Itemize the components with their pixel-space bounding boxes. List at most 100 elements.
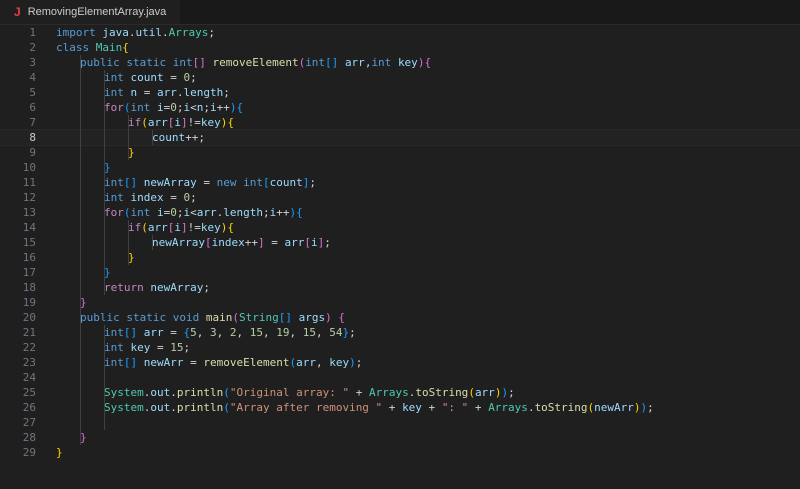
code-token: if [128, 221, 142, 234]
code-token: arr [157, 86, 177, 99]
code-line[interactable]: 12 int index = 0; [0, 190, 800, 205]
code-token: ; [263, 206, 270, 219]
code-line[interactable]: 18 return newArray; [0, 280, 800, 295]
editor-tab-bar: J RemovingElementArray.java [0, 0, 800, 25]
code-token: int [104, 326, 124, 339]
code-line[interactable]: 9} [0, 145, 800, 160]
code-line[interactable]: 29} [0, 445, 800, 460]
line-number: 9 [29, 146, 36, 159]
code-token: println [176, 386, 224, 399]
code-line[interactable]: 3 public static int[] removeElement(int[]… [0, 55, 800, 70]
code-line[interactable]: 11 int[] newArray = new int[count]; [0, 175, 800, 190]
code-token: = [137, 86, 157, 99]
code-line[interactable]: 8 count++; [0, 129, 800, 146]
code-token: + [382, 401, 403, 414]
code-token: index [130, 191, 164, 204]
code-token: . [170, 386, 177, 399]
code-text: class Main{ [56, 40, 129, 55]
code-line[interactable]: 17} [0, 265, 800, 280]
code-token: arr [143, 326, 164, 339]
code-token: . [527, 401, 535, 414]
code-line[interactable]: 2 class Main{ [0, 40, 800, 55]
line-number: 23 [22, 356, 36, 369]
code-token: "Original array: " [229, 386, 350, 399]
code-token: int [104, 341, 124, 354]
line-number: 17 [22, 266, 36, 279]
code-line[interactable]: 16} [0, 250, 800, 265]
code-token: java [102, 26, 129, 39]
code-line[interactable]: 7 if(arr[i]!=key){ [0, 115, 800, 130]
indent-guide [128, 220, 129, 265]
code-text: System.out.println("Array after removing… [104, 400, 654, 415]
code-token: newArray [143, 176, 197, 189]
code-token: . [170, 401, 177, 414]
code-token: + [468, 401, 489, 414]
code-text: int[] newArr = removeElement(arr, key); [104, 355, 362, 370]
code-token: = [150, 341, 171, 354]
code-token: key [402, 401, 422, 414]
indent-guide [152, 130, 153, 145]
code-text: int[] newArray = new int[count]; [104, 175, 316, 190]
code-token: newArray [150, 281, 204, 294]
code-token: , [196, 326, 210, 339]
code-token: ; [355, 356, 363, 369]
code-line[interactable]: 4 int count = 0; [0, 70, 800, 85]
code-token: + [421, 401, 442, 414]
code-token: [ [204, 236, 212, 249]
code-line[interactable]: 23 int[] newArr = removeElement(arr, key)… [0, 355, 800, 370]
code-editor[interactable]: 1 import java.util.Arrays; 2 class Main{3 pu… [0, 24, 800, 489]
code-token: [] [123, 356, 138, 369]
code-token: key [130, 341, 151, 354]
code-token: 15 [249, 326, 263, 339]
code-token: System [104, 401, 144, 414]
indent-guide [128, 115, 129, 160]
code-line[interactable]: 22 int key = 15; [0, 340, 800, 355]
code-token: ) [229, 101, 237, 114]
code-line[interactable]: 21 int[] arr = {5, 3, 2, 15, 19, 15, 54}; [0, 325, 800, 340]
code-line[interactable]: 19} [0, 295, 800, 310]
code-token: out [150, 386, 171, 399]
code-line[interactable]: 15 newArray[index++] = arr[i]; [0, 235, 800, 250]
code-text: int key = 15; [104, 340, 190, 355]
line-number: 14 [22, 221, 36, 234]
code-token: , [236, 326, 250, 339]
code-token: class [56, 41, 96, 54]
code-token: int [130, 101, 151, 114]
line-number: 13 [22, 206, 36, 219]
code-line[interactable]: 6 for(int i=0;i<n;i++){ [0, 100, 800, 115]
code-token: { [296, 206, 303, 219]
code-line[interactable]: 10} [0, 160, 800, 175]
code-token: 54 [329, 326, 343, 339]
editor-tab[interactable]: J RemovingElementArray.java [0, 0, 181, 24]
code-line[interactable]: 25 System.out.println("Original array: " … [0, 385, 800, 400]
code-line[interactable]: 1 import java.util.Arrays; [0, 25, 800, 40]
line-number: 15 [22, 236, 36, 249]
line-number: 21 [22, 326, 36, 339]
code-line[interactable]: 20 public static void main(String[] args)… [0, 310, 800, 325]
code-token: [] [325, 56, 339, 69]
indent-guide [80, 55, 81, 445]
tab-label: RemovingElementArray.java [27, 6, 167, 18]
code-text: if(arr[i]!=key){ [128, 220, 234, 235]
code-line[interactable]: 24 [0, 370, 800, 385]
code-token: ; [190, 191, 197, 204]
code-line[interactable]: 27 [0, 415, 800, 430]
code-token: i [157, 206, 164, 219]
code-token: ] [181, 116, 188, 129]
code-token: , [289, 326, 303, 339]
code-line[interactable]: 13 for(int i=0;i<arr.length;i++){ [0, 205, 800, 220]
code-token: key [397, 56, 418, 69]
code-token: 19 [276, 326, 290, 339]
code-line[interactable]: 28} [0, 430, 800, 445]
code-token: [] [278, 311, 292, 324]
code-line[interactable]: 26 System.out.println("Array after removi… [0, 400, 800, 415]
code-line[interactable]: 14 if(arr[i]!=key){ [0, 220, 800, 235]
code-token: [ [262, 176, 270, 189]
code-token: < [190, 101, 197, 114]
code-token: , [263, 326, 277, 339]
code-line[interactable]: 5 int n = arr.length; [0, 85, 800, 100]
